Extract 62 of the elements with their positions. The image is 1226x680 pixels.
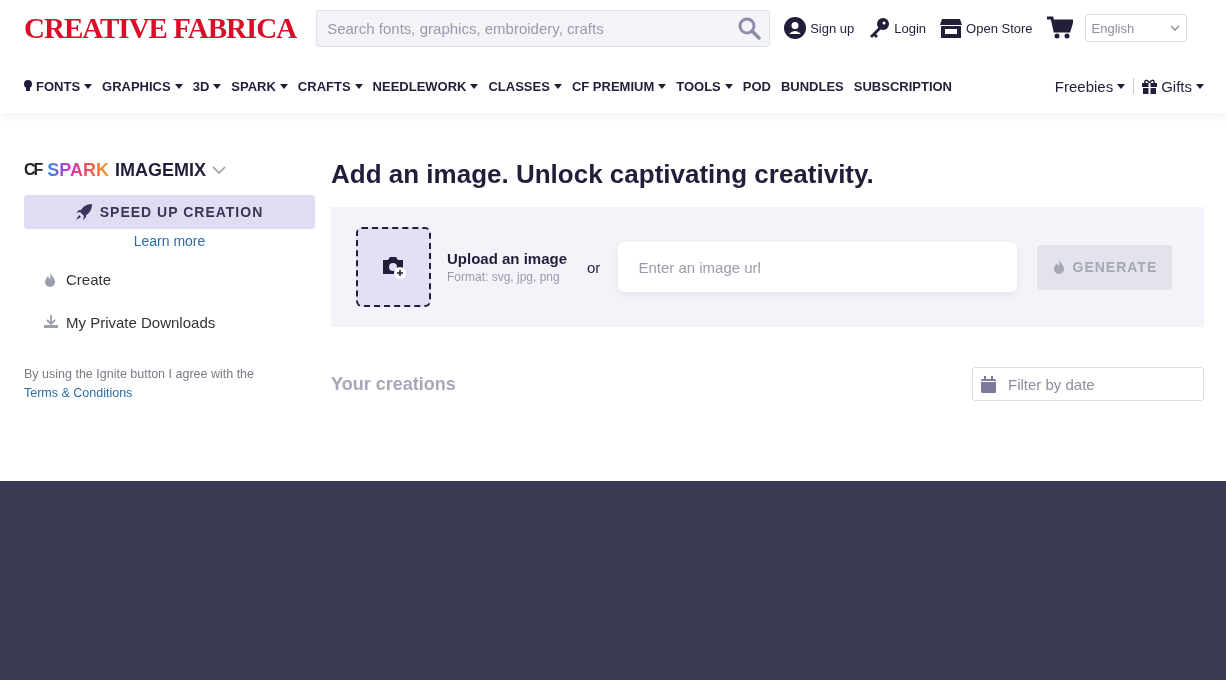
camera-plus-icon bbox=[380, 255, 407, 279]
caret-icon bbox=[279, 83, 288, 89]
nav-link[interactable]: BUNDLES bbox=[780, 78, 844, 94]
cart-icon[interactable] bbox=[1046, 16, 1073, 40]
format-hint: Format: svg, jpg, png bbox=[447, 270, 561, 284]
nav-link[interactable]: Gifts bbox=[1142, 77, 1204, 95]
section-title: Your creations bbox=[331, 373, 456, 395]
terms-link[interactable]: Terms & Conditions bbox=[24, 386, 133, 400]
search-input[interactable]: Search fonts, graphics, embroidery, crafts bbox=[325, 18, 738, 38]
upload-dropzone[interactable] bbox=[356, 227, 431, 307]
date-filter[interactable]: Filter by date bbox=[972, 367, 1204, 401]
caret-icon bbox=[1196, 83, 1204, 89]
caret-icon bbox=[553, 83, 562, 89]
account-link[interactable]: Login bbox=[868, 17, 927, 39]
caret-icon bbox=[84, 83, 93, 89]
nav-link[interactable]: Freebies bbox=[1054, 77, 1126, 95]
nav-link[interactable]: CRAFTS bbox=[297, 78, 363, 94]
store-icon bbox=[940, 17, 963, 39]
brand-logo: CF bbox=[24, 161, 42, 179]
search-bar[interactable]: Search fonts, graphics, embroidery, crafts bbox=[316, 9, 771, 47]
sidebar-item[interactable]: My Private Downloads bbox=[44, 314, 216, 331]
rocket-icon bbox=[75, 204, 92, 220]
nav-link[interactable]: SUBSCRIPTION bbox=[853, 78, 952, 94]
caret-icon bbox=[213, 83, 222, 89]
terms-notice: By using the Ignite button I agree with the Terms & Conditions bbox=[24, 366, 255, 402]
caret-icon bbox=[658, 83, 667, 89]
nav-link[interactable]: SPARK bbox=[231, 78, 288, 94]
upload-label: Upload an image bbox=[447, 250, 568, 267]
brand-name: IMAGEMIX bbox=[115, 159, 207, 181]
key-icon bbox=[868, 17, 891, 39]
url-field[interactable]: Enter an image url bbox=[618, 242, 1018, 292]
download-icon bbox=[44, 315, 58, 330]
account-link[interactable]: Sign up bbox=[784, 17, 855, 39]
caret-icon bbox=[354, 83, 363, 89]
logo[interactable]: CREATIVE FABRICA bbox=[24, 10, 297, 46]
page-title: Add an image. Unlock captivating creativity. bbox=[331, 159, 875, 190]
nav-link[interactable]: GRAPHICS bbox=[102, 78, 183, 94]
nav-link[interactable]: FONTS bbox=[24, 78, 93, 94]
nav-link[interactable]: CLASSES bbox=[488, 78, 562, 94]
caret-icon bbox=[1117, 83, 1126, 89]
lightbulb-icon bbox=[24, 80, 32, 92]
caret-icon bbox=[174, 83, 183, 89]
sidebar-item[interactable]: Create bbox=[44, 271, 112, 288]
speed-up-button[interactable]: SPEED UP CREATION bbox=[24, 195, 315, 229]
account-link[interactable]: Open Store bbox=[940, 17, 1033, 39]
user-icon bbox=[784, 17, 807, 39]
caret-icon bbox=[724, 83, 733, 89]
nav-link[interactable]: POD bbox=[742, 78, 771, 94]
learn-more-link[interactable]: Learn more bbox=[133, 233, 206, 249]
chevron-icon bbox=[1169, 25, 1180, 31]
or-label: or bbox=[587, 258, 601, 276]
gift-icon bbox=[1142, 78, 1158, 94]
calendar-icon bbox=[981, 375, 996, 393]
nav-link[interactable]: 3D bbox=[192, 78, 222, 94]
nav-link[interactable]: CF PREMIUM bbox=[571, 78, 667, 94]
flame-icon bbox=[1052, 259, 1065, 275]
caret-icon bbox=[470, 83, 479, 89]
search-icon bbox=[737, 16, 762, 40]
flame-icon bbox=[44, 272, 58, 287]
nav-link[interactable]: TOOLS bbox=[676, 78, 733, 94]
chevron-icon[interactable] bbox=[212, 166, 227, 174]
nav-link[interactable]: NEEDLEWORK bbox=[372, 78, 479, 94]
